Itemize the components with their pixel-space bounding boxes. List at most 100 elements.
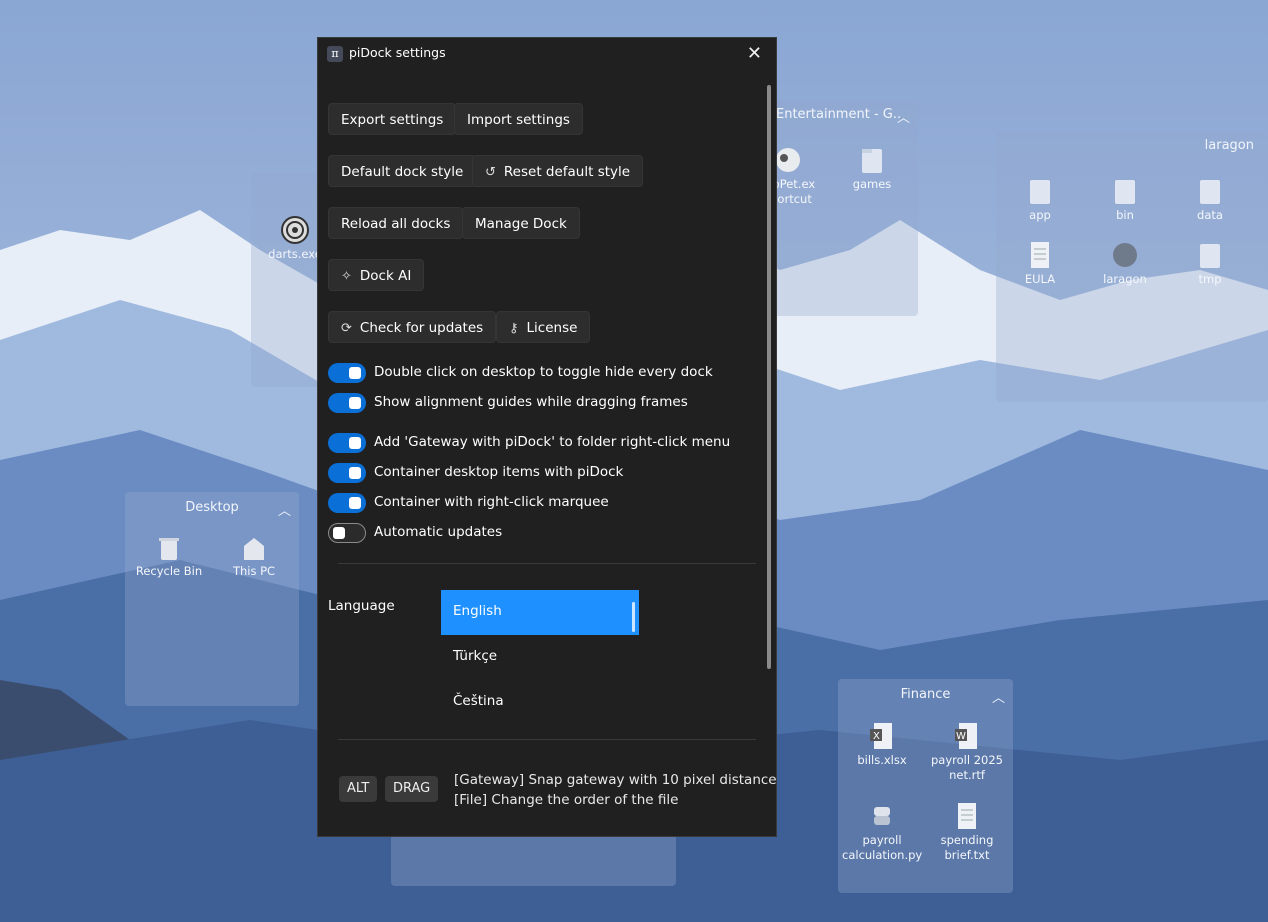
desktop-item[interactable]: This PC — [214, 534, 294, 579]
desktop-item[interactable]: data — [1170, 176, 1250, 223]
desktop-frame[interactable]: Desktop ︿ Recycle Bin This PC — [125, 492, 299, 706]
reload-all-docks-button[interactable]: Reload all docks — [328, 207, 464, 239]
sparkle-icon: ✧ — [341, 269, 352, 284]
toggle-knob — [349, 437, 361, 449]
chevron-up-icon[interactable]: ︿ — [278, 500, 291, 519]
entertainment-frame[interactable]: Entertainment - G.. ︿ topPet.ex shortcut… — [760, 101, 918, 316]
laragon-frame[interactable]: laragon app bin data EULA laragon tmp — [996, 132, 1268, 402]
svg-text:X: X — [873, 731, 880, 742]
button-label: Import settings — [467, 112, 570, 128]
toggle-label: Container desktop items with piDock — [374, 464, 624, 480]
finance-frame[interactable]: Finance ︿ X bills.xlsx W payroll 2025 ne… — [838, 679, 1013, 893]
export-settings-button[interactable]: Export settings — [328, 103, 457, 135]
key-icon: ⚷ — [509, 321, 519, 336]
toggle-knob — [333, 527, 345, 539]
close-icon[interactable]: ✕ — [747, 43, 762, 64]
frame-title: Desktop — [185, 500, 239, 515]
desktop-item[interactable]: W payroll 2025 net.rtf — [927, 721, 1007, 783]
this-pc-icon — [244, 538, 264, 560]
toggle-knob — [349, 367, 361, 379]
folder-icon — [1030, 180, 1050, 204]
import-settings-button[interactable]: Import settings — [454, 103, 583, 135]
button-label: Default dock style — [341, 164, 464, 180]
bottom-frame[interactable] — [391, 832, 676, 886]
desktop-item-label: darts.exe — [268, 247, 322, 261]
toggle-switch[interactable] — [328, 523, 366, 543]
toggle-label: Show alignment guides while dragging fra… — [374, 394, 688, 410]
selection-indicator — [632, 602, 635, 632]
button-label: Dock AI — [359, 268, 412, 284]
desktop-item[interactable]: bin — [1085, 176, 1165, 223]
dartboard-icon — [281, 216, 309, 244]
desktop-item-label: bills.xlsx — [857, 753, 907, 767]
license-button[interactable]: ⚷ License — [496, 311, 591, 343]
refresh-icon: ⟳ — [341, 321, 352, 336]
desktop-item[interactable]: Recycle Bin — [129, 534, 209, 579]
language-label: Language — [328, 598, 395, 614]
shortcut-hint: [Gateway] Snap gateway with 10 pixel dis… — [454, 772, 777, 788]
window-title: piDock settings — [349, 45, 446, 60]
button-label: Check for updates — [359, 320, 484, 336]
desktop-item[interactable]: tmp — [1170, 240, 1250, 287]
desktop-item-label: bin — [1116, 208, 1134, 222]
button-label: Reload all docks — [341, 216, 451, 232]
dock-ai-button[interactable]: ✧ Dock AI — [328, 259, 425, 291]
darts-frame[interactable]: darts.exe — [251, 173, 322, 387]
divider — [338, 563, 756, 564]
word-file-icon: W — [955, 723, 977, 749]
title-bar[interactable]: π piDock settings ✕ — [318, 38, 776, 68]
reset-default-style-button[interactable]: ↺ Reset default style — [472, 155, 644, 187]
toggle-label: Container with right-click marquee — [374, 494, 609, 510]
desktop-item[interactable]: laragon — [1085, 240, 1165, 287]
language-option-english[interactable]: English — [441, 590, 639, 635]
desktop-item-label: tmp — [1198, 272, 1222, 286]
button-label: Export settings — [341, 112, 444, 128]
toggle-knob — [349, 397, 361, 409]
desktop-item-label: laragon — [1103, 272, 1147, 286]
desktop-item[interactable]: spending brief.txt — [927, 801, 1007, 863]
scrollbar[interactable] — [767, 85, 771, 669]
button-label: Manage Dock — [475, 216, 567, 232]
toggle-knob — [349, 497, 361, 509]
toggle-switch[interactable] — [328, 393, 366, 413]
toggle-switch[interactable] — [328, 463, 366, 483]
desktop-item[interactable]: EULA — [1000, 240, 1080, 287]
toggle-switch[interactable] — [328, 363, 366, 383]
desktop-item[interactable]: app — [1000, 176, 1080, 223]
check-for-updates-button[interactable]: ⟳ Check for updates — [328, 311, 497, 343]
toggle-label: Add 'Gateway with piDock' to folder righ… — [374, 434, 731, 450]
chevron-up-icon[interactable]: ︿ — [992, 687, 1005, 706]
language-option-label: Čeština — [453, 693, 504, 709]
toggle-switch[interactable] — [328, 493, 366, 513]
language-list[interactable]: English Türkçe Čeština — [441, 590, 639, 725]
toggle-label: Double click on desktop to toggle hide e… — [374, 364, 713, 380]
excel-file-icon: X — [870, 723, 892, 749]
desktop-item[interactable]: X bills.xlsx — [842, 721, 922, 768]
desktop-item-label: app — [1029, 208, 1051, 222]
toggle-knob — [349, 467, 361, 479]
language-option-label: Türkçe — [453, 648, 498, 664]
manage-dock-button[interactable]: Manage Dock — [462, 207, 580, 239]
folder-icon — [1200, 244, 1220, 268]
text-file-icon — [958, 803, 976, 829]
toggle-switch[interactable] — [328, 433, 366, 453]
button-label: Reset default style — [503, 164, 631, 180]
divider — [338, 739, 756, 740]
language-option-turkish[interactable]: Türkçe — [441, 635, 639, 680]
frame-title: Finance — [900, 687, 951, 702]
settings-window: π piDock settings ✕ Export settings Impo… — [317, 37, 777, 837]
laragon-icon — [1113, 243, 1137, 267]
desktop-item[interactable]: games — [832, 145, 912, 192]
shortcut-key-alt: ALT — [339, 776, 378, 802]
default-dock-style-button[interactable]: Default dock style — [328, 155, 477, 187]
language-option-czech[interactable]: Čeština — [441, 680, 639, 725]
recycle-bin-icon — [159, 538, 179, 560]
desktop-item-label: This PC — [232, 564, 276, 578]
desktop-item[interactable]: payroll calculation.py — [842, 801, 922, 863]
pidock-logo-icon: π — [327, 46, 343, 62]
chevron-up-icon[interactable]: ︿ — [897, 107, 910, 126]
desktop-item-label: games — [852, 177, 892, 191]
folder-icon — [1115, 180, 1135, 204]
desktop-item-label: EULA — [1024, 272, 1056, 286]
frame-title: laragon — [1204, 138, 1254, 153]
